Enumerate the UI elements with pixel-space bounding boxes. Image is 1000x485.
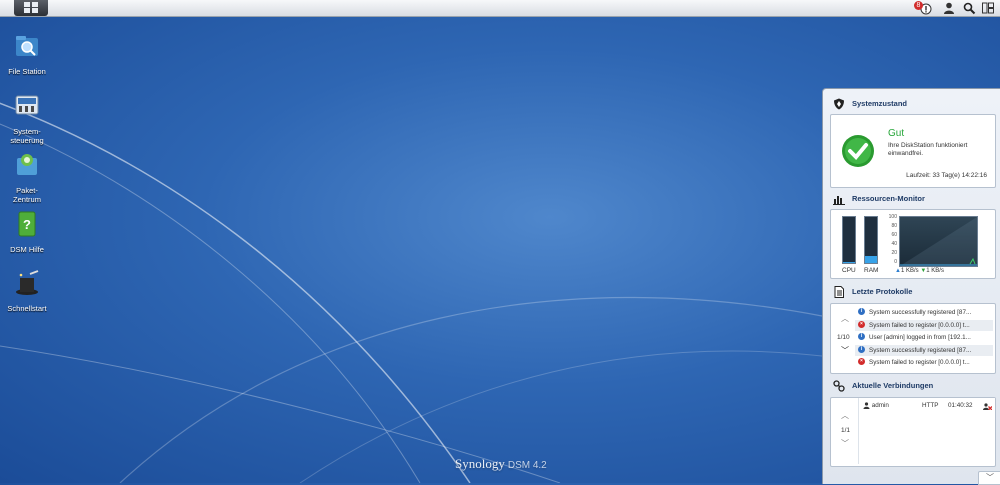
connections-widget-box: ︿ 1/1 ﹀ admin HTTP 01:40:32: [830, 397, 996, 467]
logs-page-indicator: 1/10: [837, 334, 850, 341]
health-status: Gut: [888, 128, 905, 139]
uptime-text: Laufzeit: 33 Tag(e) 14:22:16: [906, 172, 987, 179]
graph-y-tick: 80: [891, 223, 897, 229]
download-speed: 1 KB/s: [926, 268, 944, 274]
taskbar: 8: [0, 0, 1000, 17]
graph-y-tick: 40: [891, 241, 897, 247]
logs-prev-page-button[interactable]: ︿: [841, 313, 849, 324]
logs-widget-title: Letzte Protokolle: [852, 286, 913, 296]
connections-prev-page-button[interactable]: ︿: [841, 410, 849, 421]
magic-hat-icon: [16, 270, 39, 295]
connection-user: admin: [871, 402, 889, 409]
desktop-icon-label: DSM Hilfe: [10, 245, 44, 254]
main-menu-button[interactable]: [14, 0, 48, 16]
connections-page-indicator: 1/1: [841, 427, 851, 434]
health-widget-box: Gut Ihre DiskStation funktioniert einwan…: [830, 114, 996, 188]
document-icon: [834, 286, 844, 298]
resource-widget-box: CPU RAM 100 80 60 40 20 0 ▲1 KB/s ▼1 KB/…: [830, 209, 996, 279]
resource-widget-header: Ressourcen-Monitor: [833, 193, 925, 207]
package-icon: [17, 154, 37, 175]
resource-widget-title: Ressourcen-Monitor: [852, 193, 925, 203]
graph-y-tick: 0: [894, 259, 897, 265]
control-panel-icon: [15, 95, 39, 115]
info-icon: i: [858, 308, 865, 316]
graph-y-tick: 100: [888, 214, 897, 220]
widget-panel: Systemzustand Gut Ihre DiskStation funkt…: [822, 88, 1000, 485]
connections-next-page-button[interactable]: ﹀: [841, 438, 849, 449]
log-text: System failed to register [0.0.0.0] t...: [869, 321, 970, 329]
upload-speed: 1 KB/s: [900, 268, 919, 274]
desktop-icon-label: Paket- Zentrum: [13, 186, 41, 204]
log-row[interactable]: i System successfully registered [87...: [855, 344, 993, 356]
cpu-label: CPU: [842, 267, 856, 274]
desktop-icon-label: Schnellstart: [7, 304, 47, 313]
brand-name: Synology: [455, 456, 505, 471]
error-icon: ×: [858, 358, 865, 366]
log-text: User [admin] logged in from [192.1...: [869, 334, 971, 341]
log-text: System successfully registered [87...: [869, 346, 972, 354]
link-icon: [833, 380, 845, 392]
log-row[interactable]: i User [admin] logged in from [192.1...: [855, 332, 993, 343]
info-icon: i: [858, 333, 865, 341]
folder-search-icon: [16, 36, 38, 56]
network-graph: [899, 216, 978, 267]
widgets-icon[interactable]: [981, 1, 995, 15]
graph-y-tick: 60: [891, 232, 897, 238]
cpu-bar: [842, 216, 856, 264]
logs-next-page-button[interactable]: ﹀: [841, 345, 849, 356]
ram-label: RAM: [864, 267, 879, 274]
notification-count-badge: 8: [914, 1, 923, 10]
svg-text:?: ?: [23, 217, 31, 232]
connection-protocol: HTTP: [922, 402, 939, 409]
connection-row[interactable]: admin HTTP 01:40:32: [863, 401, 993, 411]
cpu-bar-fill: [843, 262, 855, 263]
desktop-icon-dsm-help[interactable]: ? DSM Hilfe: [0, 211, 57, 254]
desktop-icon-label: System- steuerung: [10, 127, 44, 145]
shield-icon: [834, 98, 844, 110]
log-text: System failed to register [0.0.0.0] t...: [869, 359, 970, 366]
connection-time: 01:40:32: [948, 402, 973, 409]
help-book-icon: ?: [18, 211, 36, 237]
connections-widget-title: Aktuelle Verbindungen: [852, 380, 934, 390]
log-row[interactable]: × System failed to register [0.0.0.0] t..…: [855, 319, 993, 331]
ram-bar: [864, 216, 878, 264]
log-text: System successfully registered [87...: [869, 309, 972, 316]
ram-bar-fill: [865, 256, 877, 263]
user-icon: [863, 402, 870, 409]
user-icon[interactable]: [942, 1, 956, 15]
health-description: Ihre DiskStation funktioniert einwandfre…: [888, 142, 968, 157]
graph-y-tick: 20: [891, 250, 897, 256]
desktop-icon-control-panel[interactable]: System- steuerung: [0, 93, 57, 145]
error-icon: ×: [858, 320, 865, 328]
network-speed: ▲1 KB/s ▼1 KB/s: [895, 268, 944, 274]
desktop-icon-file-station[interactable]: File Station: [0, 33, 57, 76]
bar-chart-icon: [833, 196, 845, 205]
brand-version: DSM 4.2: [507, 460, 547, 471]
health-widget-title: Systemzustand: [852, 98, 908, 108]
health-widget-header: Systemzustand: [833, 98, 907, 112]
health-ok-icon: [842, 135, 874, 167]
connections-list: admin HTTP 01:40:32: [858, 398, 995, 464]
disconnect-icon[interactable]: [983, 403, 992, 410]
logs-widget-box: ︿ 1/10 ﹀ i System successfully registered…: [830, 303, 996, 374]
desktop-icon-label: File Station: [8, 67, 46, 76]
search-icon[interactable]: [962, 1, 976, 15]
desktop-icon-package-center[interactable]: Paket- Zentrum: [0, 152, 57, 204]
info-icon: i: [858, 345, 865, 353]
synology-brand: Synology DSM 4.2: [455, 456, 547, 472]
desktop-icon-quick-start[interactable]: Schnellstart: [0, 270, 57, 313]
logs-widget-header: Letzte Protokolle: [833, 286, 912, 300]
log-row[interactable]: × System failed to register [0.0.0.0] t..…: [855, 357, 993, 368]
log-row[interactable]: i System successfully registered [87...: [855, 307, 993, 318]
connections-widget-header: Aktuelle Verbindungen: [833, 380, 933, 394]
